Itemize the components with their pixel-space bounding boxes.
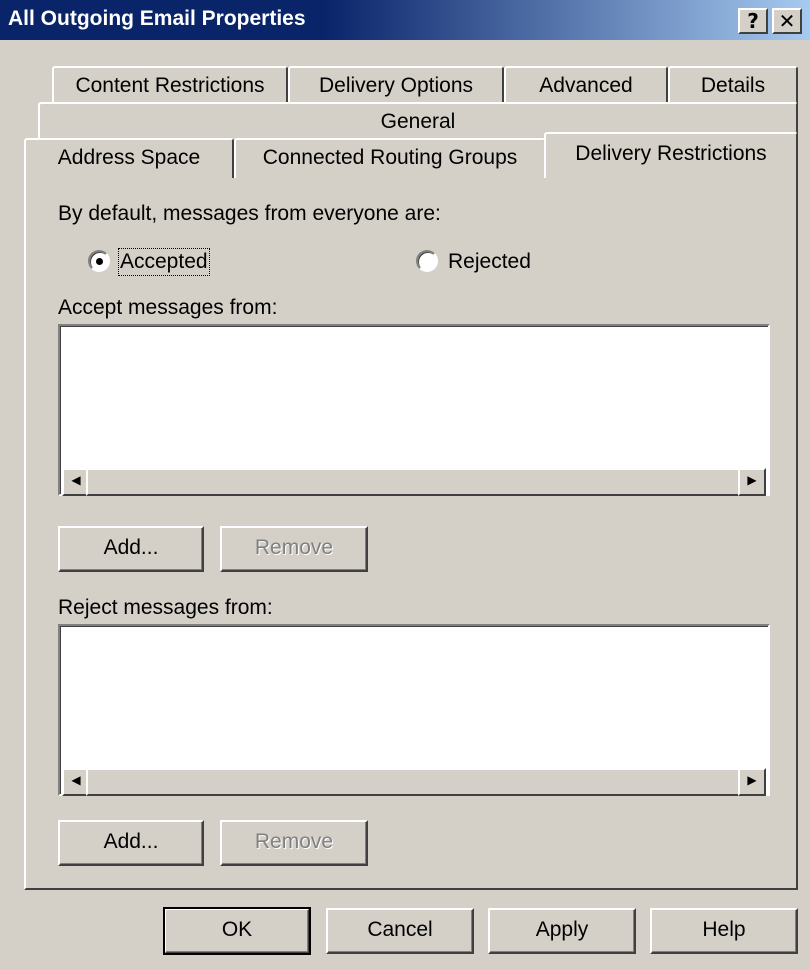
window-title: All Outgoing Email Properties: [8, 7, 306, 30]
reject-label: Reject messages from:: [58, 596, 273, 619]
tab-details[interactable]: Details: [668, 66, 798, 106]
tab-content-restrictions[interactable]: Content Restrictions: [52, 66, 288, 106]
tab-connected-routing-groups[interactable]: Connected Routing Groups: [234, 138, 546, 178]
reject-list[interactable]: ◀ ▶: [58, 624, 770, 796]
accepted-radio-label[interactable]: Accepted: [118, 248, 210, 276]
scrollbar-thumb[interactable]: [86, 468, 742, 496]
tab-delivery-restrictions[interactable]: Delivery Restrictions: [544, 132, 798, 178]
reject-list-scrollbar[interactable]: ◀ ▶: [62, 768, 766, 796]
tab-advanced[interactable]: Advanced: [504, 66, 668, 106]
accept-remove-button[interactable]: Remove: [220, 526, 368, 572]
help-footer-button[interactable]: Help: [650, 908, 798, 954]
accepted-radio[interactable]: [88, 250, 110, 272]
rejected-radio-label[interactable]: Rejected: [448, 250, 531, 274]
scrollbar-thumb[interactable]: [86, 768, 742, 796]
default-label: By default, messages from everyone are:: [58, 202, 441, 225]
ok-button[interactable]: OK: [163, 907, 311, 955]
cancel-button[interactable]: Cancel: [326, 908, 474, 954]
accept-list-scrollbar[interactable]: ◀ ▶: [62, 468, 766, 496]
close-button[interactable]: ✕: [772, 8, 802, 34]
tab-delivery-options[interactable]: Delivery Options: [288, 66, 504, 106]
tab-address-space[interactable]: Address Space: [24, 138, 234, 178]
accept-add-button[interactable]: Add...: [58, 526, 204, 572]
reject-add-button[interactable]: Add...: [58, 820, 204, 866]
accept-list[interactable]: ◀ ▶: [58, 324, 770, 496]
rejected-radio[interactable]: [416, 250, 438, 272]
accept-label: Accept messages from:: [58, 296, 278, 319]
radio-selected-dot: [96, 258, 103, 265]
right-arrow-icon[interactable]: ▶: [738, 768, 766, 796]
apply-button[interactable]: Apply: [488, 908, 636, 954]
right-arrow-icon[interactable]: ▶: [738, 468, 766, 496]
accepted-text: Accepted: [120, 250, 208, 273]
help-button[interactable]: ?: [738, 8, 768, 34]
reject-remove-button[interactable]: Remove: [220, 820, 368, 866]
